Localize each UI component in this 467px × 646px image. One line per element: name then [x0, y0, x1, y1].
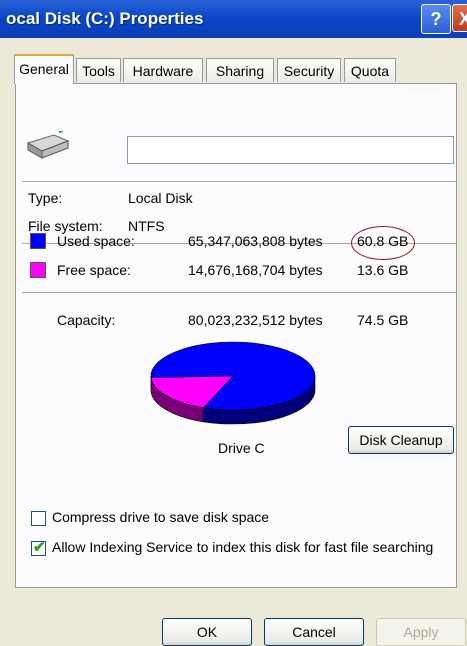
title-bar[interactable]: ocal Disk (C:) Properties ? X: [0, 0, 467, 38]
compress-checkbox[interactable]: [31, 511, 46, 526]
tab-sharing[interactable]: Sharing: [206, 58, 274, 82]
disk-usage-pie-chart: [150, 341, 316, 425]
tab-security[interactable]: Security: [277, 58, 341, 82]
capacity-bytes: 80,023,232,512 bytes: [188, 312, 323, 328]
ok-button[interactable]: OK: [162, 618, 252, 646]
type-label: Type:: [28, 190, 63, 206]
free-space-size: 13.6 GB: [357, 262, 409, 278]
tab-general[interactable]: General: [14, 54, 74, 84]
capacity-size: 74.5 GB: [357, 312, 409, 328]
disk-cleanup-button[interactable]: Disk Cleanup: [348, 426, 454, 454]
free-space-bytes: 14,676,168,704 bytes: [188, 262, 323, 278]
free-space-swatch: [30, 262, 46, 278]
tab-hardware[interactable]: Hardware: [123, 58, 203, 82]
free-space-label: Free space:: [57, 262, 131, 278]
volume-label-input[interactable]: [127, 136, 454, 164]
indexing-checkbox[interactable]: ✔: [31, 539, 46, 556]
used-space-swatch: [30, 233, 46, 249]
drive-name: Drive C: [218, 440, 265, 456]
close-button[interactable]: X: [452, 4, 467, 32]
help-button[interactable]: ?: [421, 4, 451, 34]
separator: [22, 181, 456, 183]
checkmark-icon: ✔: [33, 539, 46, 556]
tab-tools[interactable]: Tools: [76, 58, 121, 82]
indexing-label[interactable]: Allow Indexing Service to index this dis…: [52, 539, 433, 555]
separator: [22, 292, 456, 294]
hard-drive-icon: [26, 131, 70, 159]
cancel-button[interactable]: Cancel: [264, 618, 364, 646]
file-system-value: NTFS: [128, 218, 165, 234]
used-space-label: Used space:: [57, 233, 135, 249]
used-space-bytes: 65,347,063,808 bytes: [188, 233, 323, 249]
capacity-label: Capacity:: [57, 312, 116, 328]
window-title: ocal Disk (C:) Properties: [6, 9, 204, 28]
compress-label[interactable]: Compress drive to save disk space: [52, 509, 269, 525]
tab-quota[interactable]: Quota: [344, 58, 396, 82]
red-annotation-circle: [351, 226, 415, 260]
apply-button[interactable]: Apply: [376, 618, 466, 646]
type-value: Local Disk: [128, 190, 193, 206]
file-system-label: File system:: [28, 218, 103, 234]
